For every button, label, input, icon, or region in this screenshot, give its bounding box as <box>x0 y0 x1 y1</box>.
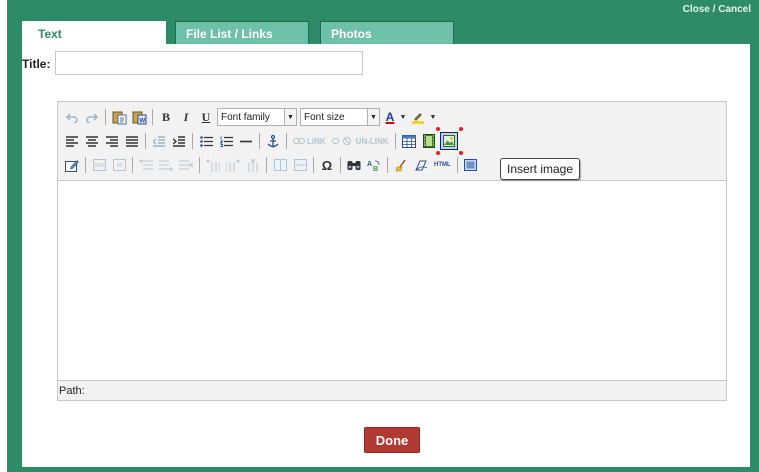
text-color-icon: A <box>385 110 395 124</box>
tab-photos[interactable]: Photos <box>320 21 454 44</box>
html-source-button[interactable]: HTML <box>432 156 453 174</box>
toolbar-separator <box>199 157 200 173</box>
toolbar-separator <box>340 157 341 173</box>
done-button[interactable]: Done <box>364 427 420 453</box>
rich-text-editor: W B I U Font family ▼ Font size ▼ A ▼ ▼ … <box>57 101 727 401</box>
edit-css-icon[interactable] <box>63 156 81 174</box>
svg-text:B: B <box>373 166 378 172</box>
toolbar-separator <box>132 157 133 173</box>
link-label: LINK <box>307 136 326 146</box>
toolbar-separator <box>266 157 267 173</box>
title-input[interactable] <box>55 51 363 75</box>
row-after-icon[interactable] <box>157 156 175 174</box>
table-cell-props-icon[interactable] <box>110 156 128 174</box>
editor-content-area[interactable] <box>58 181 726 381</box>
toolbar-separator <box>105 109 106 125</box>
bold-button[interactable]: B <box>157 108 175 126</box>
italic-button[interactable]: I <box>177 108 195 126</box>
image-icon <box>442 135 455 147</box>
chevron-down-icon: ▼ <box>284 109 296 125</box>
font-family-select[interactable]: Font family ▼ <box>217 108 297 126</box>
text-color-button[interactable]: A <box>383 108 397 126</box>
toolbar-separator <box>145 133 146 149</box>
toolbar-row-3: Ω AB HTML <box>63 154 482 176</box>
anchor-icon[interactable] <box>264 132 282 150</box>
text-panel: Title: W B I U Font family ▼ Font size ▼… <box>22 44 750 467</box>
tab-text[interactable]: Text <box>22 21 166 46</box>
font-size-value: Font size <box>304 111 345 123</box>
paste-text-icon[interactable] <box>110 108 128 126</box>
tab-file-list-links[interactable]: File List / Links <box>175 21 309 44</box>
toolbar-separator <box>259 133 260 149</box>
insert-image-tooltip: Insert image <box>500 158 581 180</box>
toolbar-separator <box>313 157 314 173</box>
indent-icon[interactable] <box>170 132 188 150</box>
numbered-list-icon[interactable] <box>217 132 235 150</box>
toolbar-separator <box>152 109 153 125</box>
align-justify-icon[interactable] <box>123 132 141 150</box>
undo-icon[interactable] <box>63 108 81 126</box>
toolbar-separator <box>456 157 458 173</box>
col-before-icon[interactable] <box>204 156 222 174</box>
highlight-color-dropdown[interactable]: ▼ <box>429 108 437 126</box>
font-family-value: Font family <box>221 111 270 123</box>
svg-text:W: W <box>139 118 145 124</box>
bullet-list-icon[interactable] <box>197 132 215 150</box>
path-label: Path: <box>59 385 85 397</box>
insert-media-icon[interactable] <box>420 132 438 150</box>
unlink-label: UN-LINK <box>355 136 389 146</box>
align-center-icon[interactable] <box>83 132 101 150</box>
font-size-select[interactable]: Font size ▼ <box>300 108 380 126</box>
underline-button[interactable]: U <box>197 108 215 126</box>
replace-icon[interactable]: AB <box>365 156 383 174</box>
selection-dot <box>435 127 440 131</box>
selection-dot <box>458 127 463 131</box>
horizontal-rule-icon[interactable] <box>237 132 255 150</box>
toolbar-separator <box>192 133 193 149</box>
title-label: Title: <box>22 57 51 71</box>
editor-path-bar: Path: <box>58 380 726 400</box>
outdent-icon[interactable] <box>150 132 168 150</box>
special-character-icon[interactable]: Ω <box>318 156 336 174</box>
editor-toolbar: W B I U Font family ▼ Font size ▼ A ▼ ▼ … <box>58 102 726 181</box>
svg-text:A: A <box>367 161 372 168</box>
toolbar-separator <box>85 157 86 173</box>
split-cells-icon[interactable] <box>271 156 289 174</box>
cleanup-icon[interactable] <box>392 156 410 174</box>
delete-col-icon[interactable] <box>244 156 262 174</box>
toolbar-separator <box>394 133 396 149</box>
col-after-icon[interactable] <box>224 156 242 174</box>
row-before-icon[interactable] <box>137 156 155 174</box>
chevron-down-icon: ▼ <box>367 109 379 125</box>
merge-cells-icon[interactable] <box>291 156 309 174</box>
insert-table-icon[interactable] <box>400 132 418 150</box>
toolbar-row-1: W B I U Font family ▼ Font size ▼ A ▼ ▼ <box>63 106 439 128</box>
align-right-icon[interactable] <box>103 132 121 150</box>
align-left-icon[interactable] <box>63 132 81 150</box>
fullscreen-icon[interactable] <box>462 156 480 174</box>
text-color-dropdown[interactable]: ▼ <box>399 108 407 126</box>
paste-word-icon[interactable]: W <box>130 108 148 126</box>
delete-row-icon[interactable] <box>177 156 195 174</box>
close-cancel-link[interactable]: Close / Cancel <box>683 4 751 15</box>
dialog-frame: Close / Cancel Text File List / Links Ph… <box>7 0 759 472</box>
eraser-icon[interactable] <box>412 156 430 174</box>
toolbar-row-2: LINK UN-LINK <box>63 127 463 155</box>
find-icon[interactable] <box>345 156 363 174</box>
toolbar-separator <box>286 133 287 149</box>
link-button[interactable]: LINK <box>291 132 328 150</box>
insert-image-button[interactable] <box>435 127 463 155</box>
highlight-color-icon[interactable] <box>409 108 427 126</box>
redo-icon[interactable] <box>83 108 101 126</box>
table-row-props-icon[interactable] <box>90 156 108 174</box>
unlink-button[interactable]: UN-LINK <box>330 132 391 150</box>
toolbar-separator <box>387 157 388 173</box>
